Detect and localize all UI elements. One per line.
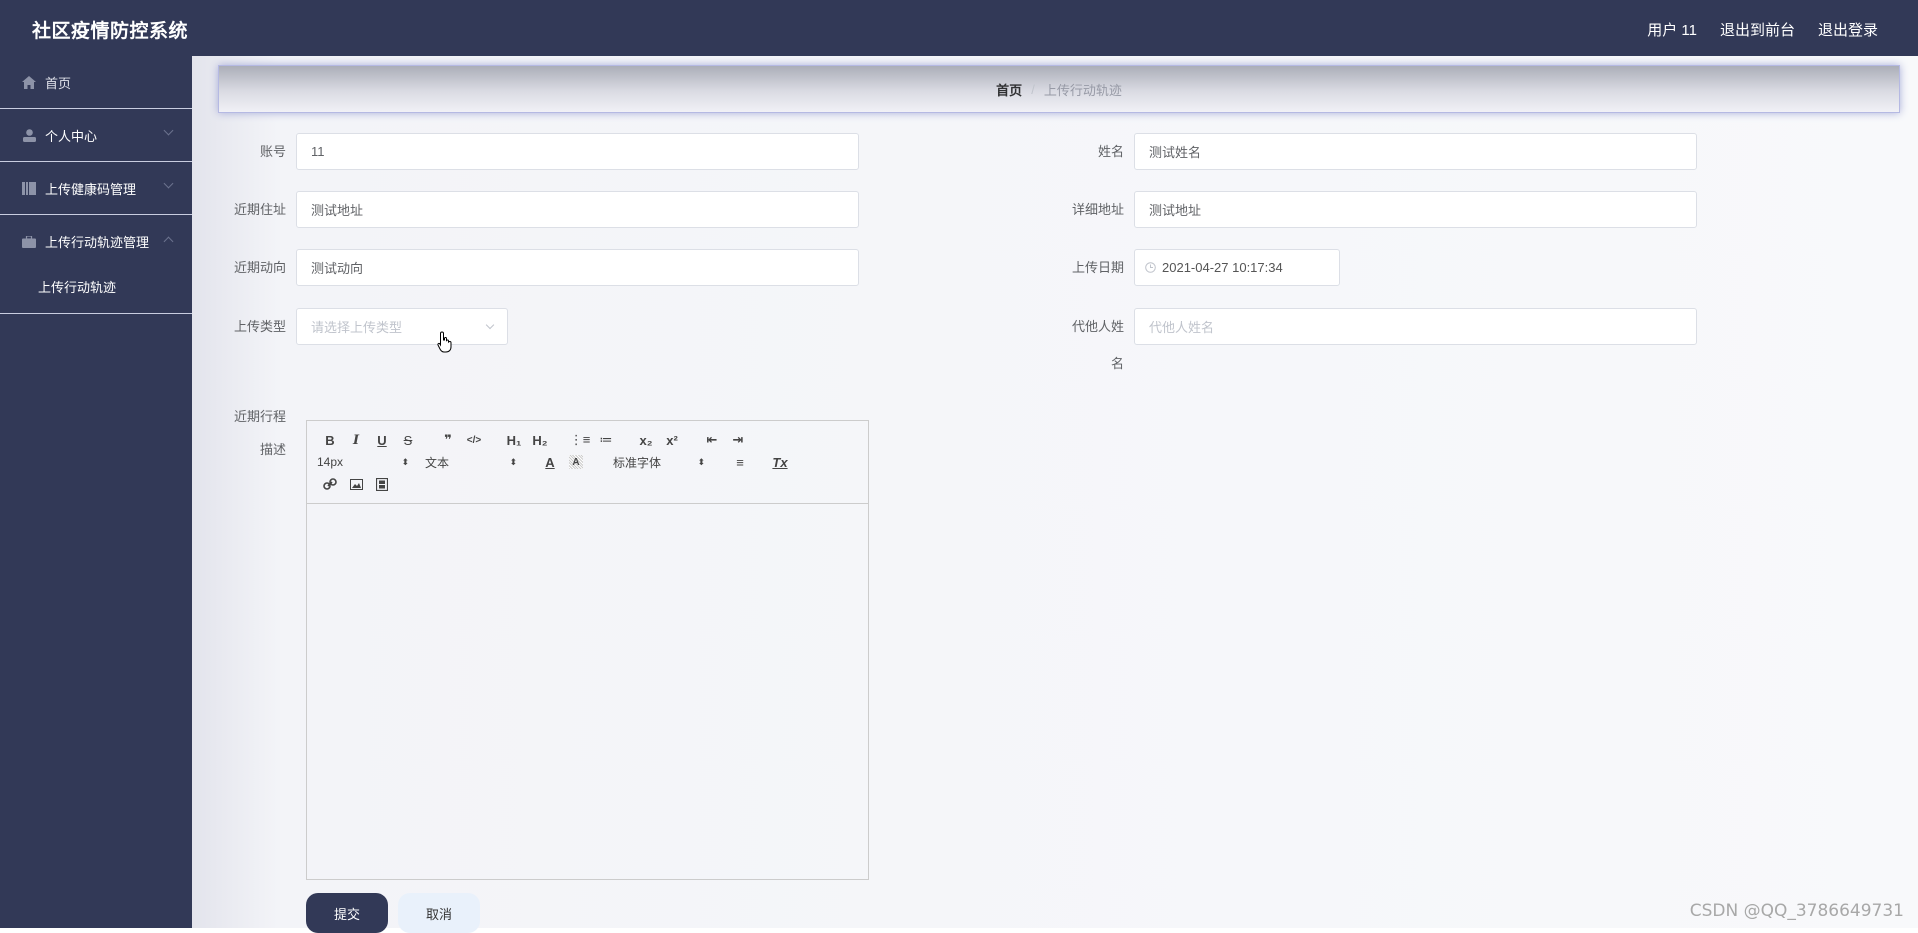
select-updown-icon: ⬍ — [697, 457, 705, 468]
clear-format-button[interactable]: Tx — [767, 452, 793, 472]
top-bar: 社区疫情防控系统 用户 11 退出到前台 退出登录 — [0, 0, 1918, 56]
submit-button[interactable]: 提交 — [306, 893, 388, 933]
cancel-button[interactable]: 取消 — [398, 893, 480, 933]
subscript-button[interactable]: x₂ — [633, 430, 659, 450]
account-input[interactable]: 11 — [296, 133, 859, 170]
trip-desc-label: 近期行程描述 — [216, 400, 296, 466]
image-button[interactable] — [343, 474, 369, 494]
book-icon — [22, 181, 36, 195]
text-color-button[interactable]: A — [537, 452, 563, 472]
breadcrumb-current: 上传行动轨迹 — [1044, 80, 1122, 99]
link-icon — [323, 477, 337, 491]
bold-button[interactable]: B — [317, 430, 343, 450]
account-label: 账号 — [216, 133, 296, 170]
chevron-down-icon — [486, 321, 494, 329]
bullet-list-button[interactable]: ≔ — [593, 430, 619, 450]
sidebar-item-label: 上传健康码管理 — [45, 179, 136, 198]
upload-type-placeholder: 请选择上传类型 — [311, 317, 402, 336]
indent-button[interactable]: ⇥ — [725, 430, 751, 450]
background-color-button[interactable]: A — [569, 455, 583, 469]
briefcase-icon — [22, 235, 36, 249]
align-button[interactable]: ≡ — [727, 452, 753, 472]
hand-cursor-icon — [437, 331, 453, 358]
blockquote-button[interactable]: ❞ — [435, 430, 461, 450]
home-icon — [22, 75, 36, 89]
font-family-select[interactable]: 标准字体⬍ — [613, 454, 711, 471]
logout-link[interactable]: 退出登录 — [1818, 19, 1878, 40]
detail-address-label: 详细地址 — [1043, 191, 1134, 228]
breadcrumb-separator: / — [1031, 82, 1035, 97]
app-title: 社区疫情防控系统 — [32, 16, 188, 43]
rich-text-editor: B I U S ❞ </> H₁ H₂ ⋮≡ ≔ x₂ x² ⇤ ⇥ 14px⬍ — [306, 420, 869, 880]
upload-type-label: 上传类型 — [216, 308, 296, 345]
upload-date-label: 上传日期 — [1043, 249, 1134, 286]
upload-date-value: 2021-04-27 10:17:34 — [1162, 260, 1283, 275]
chevron-down-icon — [164, 179, 174, 189]
sidebar-item-health-code[interactable]: 上传健康码管理 — [0, 162, 192, 215]
recent-movement-label: 近期动向 — [216, 249, 296, 286]
sidebar-item-trajectory[interactable]: 上传行动轨迹管理 — [0, 215, 192, 268]
italic-button[interactable]: I — [343, 430, 369, 450]
proxy-name-label: 代他人姓名 — [1043, 308, 1134, 382]
clock-icon — [1145, 262, 1156, 273]
outdent-button[interactable]: ⇤ — [699, 430, 725, 450]
link-button[interactable] — [317, 474, 343, 494]
font-size-select[interactable]: 14px⬍ — [317, 455, 415, 469]
code-block-button[interactable]: </> — [461, 430, 487, 450]
detail-address-input[interactable]: 测试地址 — [1134, 191, 1697, 228]
recent-movement-input[interactable]: 测试动向 — [296, 249, 859, 286]
watermark: CSDN @QQ_3786649731 — [1690, 901, 1904, 921]
select-updown-icon: ⬍ — [509, 457, 517, 468]
sidebar-item-home[interactable]: 首页 — [0, 56, 192, 109]
name-input[interactable]: 测试姓名 — [1134, 133, 1697, 170]
sidebar: 首页 个人中心 上传健康码管理 上传行动轨迹管理 上传行动轨迹 — [0, 56, 192, 928]
editor-toolbar: B I U S ❞ </> H₁ H₂ ⋮≡ ≔ x₂ x² ⇤ ⇥ 14px⬍ — [307, 421, 868, 504]
recent-address-label: 近期住址 — [216, 191, 296, 228]
upload-date-picker[interactable]: 2021-04-27 10:17:34 — [1134, 249, 1340, 286]
sidebar-item-label: 首页 — [45, 73, 71, 92]
video-button[interactable] — [369, 474, 395, 494]
header-select[interactable]: 文本⬍ — [425, 454, 523, 471]
breadcrumb: 首页 / 上传行动轨迹 — [218, 65, 1900, 113]
select-updown-icon: ⬍ — [401, 457, 409, 468]
upload-type-select[interactable]: 请选择上传类型 — [296, 308, 508, 345]
sidebar-item-label: 个人中心 — [45, 126, 97, 145]
sidebar-item-label: 上传行动轨迹管理 — [45, 232, 149, 251]
video-icon — [376, 478, 388, 491]
editor-content[interactable] — [307, 504, 868, 879]
recent-address-input[interactable]: 测试地址 — [296, 191, 859, 228]
underline-button[interactable]: U — [369, 430, 395, 450]
breadcrumb-home[interactable]: 首页 — [996, 80, 1022, 99]
chevron-down-icon — [164, 126, 174, 136]
back-to-front-link[interactable]: 退出到前台 — [1720, 19, 1795, 40]
user-link[interactable]: 用户 11 — [1647, 19, 1697, 40]
sidebar-subitem-upload-trajectory[interactable]: 上传行动轨迹 — [0, 268, 192, 313]
superscript-button[interactable]: x² — [659, 430, 685, 450]
name-label: 姓名 — [1043, 133, 1134, 170]
image-icon — [350, 479, 363, 490]
strike-button[interactable]: S — [395, 430, 421, 450]
h1-button[interactable]: H₁ — [501, 430, 527, 450]
proxy-name-input[interactable]: 代他人姓名 — [1134, 308, 1697, 345]
chevron-up-icon — [164, 237, 174, 247]
h2-button[interactable]: H₂ — [527, 430, 553, 450]
ordered-list-button[interactable]: ⋮≡ — [567, 430, 593, 450]
user-icon — [22, 128, 36, 142]
sidebar-item-personal[interactable]: 个人中心 — [0, 109, 192, 162]
